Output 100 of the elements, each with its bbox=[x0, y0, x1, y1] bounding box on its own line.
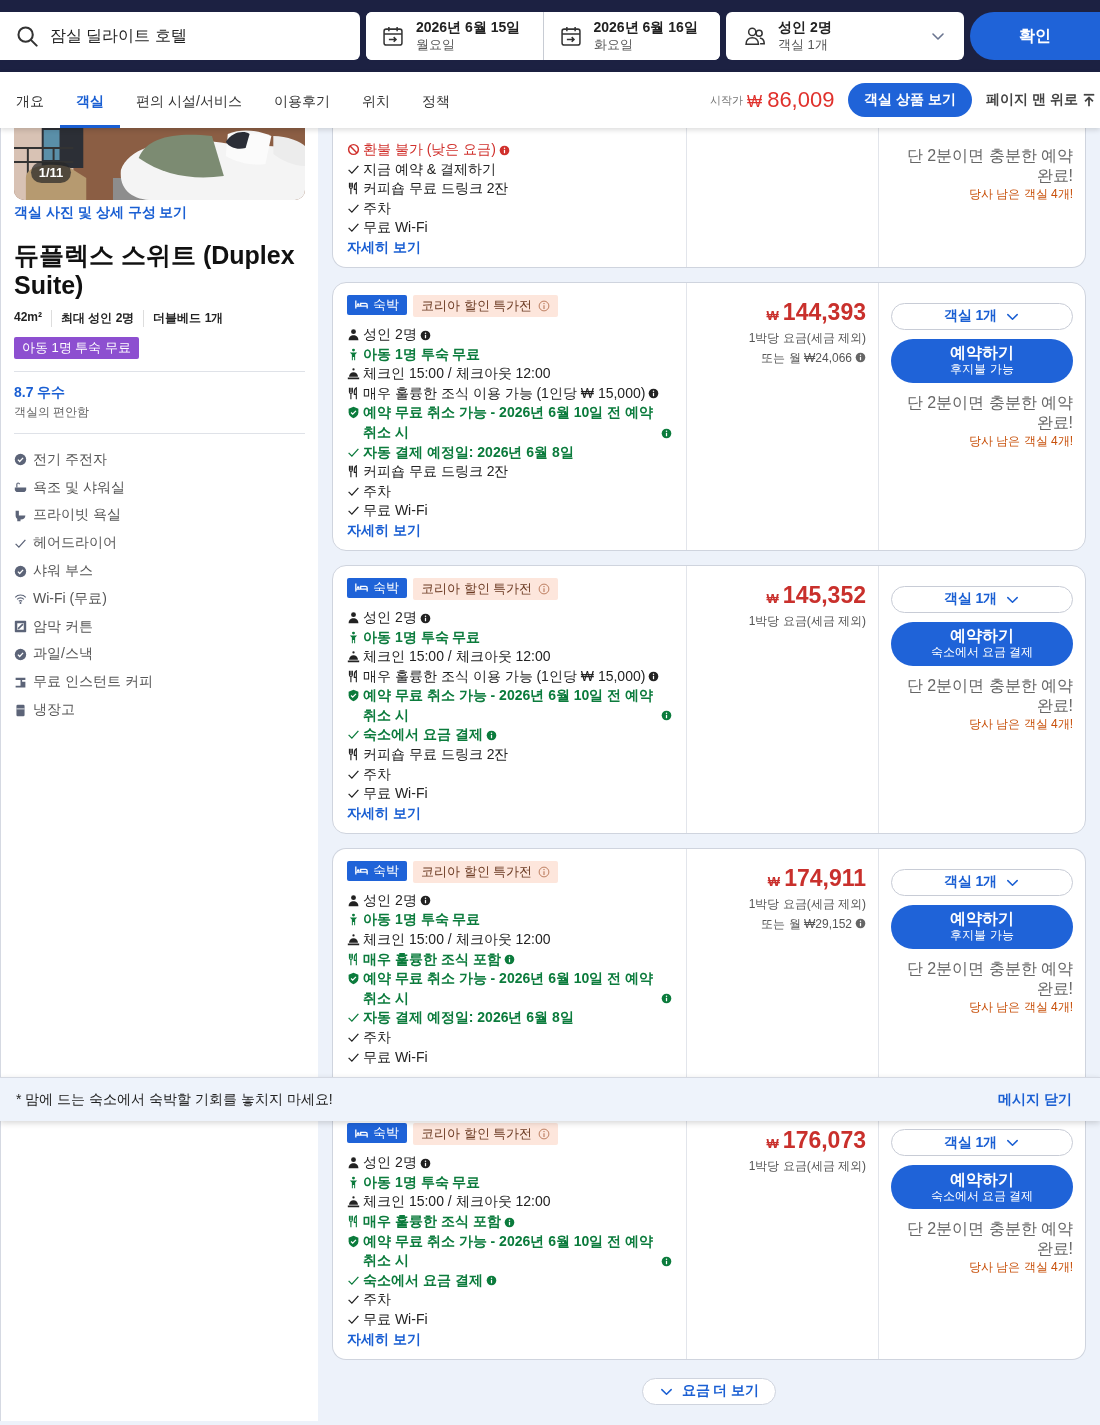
stay-badge: 숙박 bbox=[347, 860, 407, 881]
child-icon bbox=[347, 630, 360, 644]
calendar-icon bbox=[559, 25, 582, 47]
back-to-top-link[interactable]: 페이지 맨 위로 bbox=[986, 91, 1096, 109]
feature-text: 숙소에서 요금 결제 bbox=[363, 1270, 483, 1290]
feature-text: 성인 2명 bbox=[363, 607, 417, 627]
child-icon bbox=[347, 1175, 360, 1189]
person-icon bbox=[347, 327, 360, 341]
amenity-label: 욕조 및 샤워실 bbox=[33, 478, 125, 497]
feature-text: 숙소에서 요금 결제 bbox=[363, 725, 483, 745]
check-circle-icon bbox=[14, 564, 27, 578]
rooms-left-text: 당사 남은 객실 4개! bbox=[968, 715, 1073, 732]
amenity-label: 헤어드라이어 bbox=[33, 534, 117, 553]
currency-symbol: ₩ bbox=[767, 873, 781, 889]
search-field[interactable]: 잠실 딜라이트 호텔 bbox=[0, 12, 360, 60]
promo-tag: 코리아 할인 특가전 bbox=[413, 577, 559, 600]
fork-knife-icon bbox=[347, 386, 360, 400]
child-icon bbox=[347, 913, 360, 927]
bell-icon bbox=[347, 1195, 360, 1209]
bed-icon bbox=[355, 864, 368, 878]
feature-text: 체크인 15:00 / 체크아웃 12:00 bbox=[363, 930, 551, 950]
feature-text: 매우 훌륭한 조식 포함 bbox=[363, 949, 501, 969]
details-link[interactable]: 자세히 보기 bbox=[347, 1329, 672, 1349]
feature-text: 커피숍 무료 드링크 2잔 bbox=[363, 745, 509, 765]
more-rates-button[interactable]: 요금 더 보기 bbox=[641, 1377, 777, 1405]
check-icon bbox=[347, 728, 360, 742]
feature-text: 환불 불가 (낮은 요금) bbox=[363, 140, 496, 159]
confirm-button[interactable]: 확인 bbox=[970, 12, 1100, 60]
section-tab[interactable]: 이용후기 bbox=[257, 72, 346, 128]
people-icon bbox=[744, 25, 766, 47]
feature-text: 예약 무료 취소 가능 - 2026년 6월 10일 전 예약 취소 시 bbox=[363, 969, 655, 1008]
fork-knife-icon bbox=[347, 748, 360, 762]
feature-text: 주차 bbox=[363, 1028, 391, 1047]
close-message-link[interactable]: 메시지 닫기 bbox=[998, 1090, 1072, 1109]
bell-icon bbox=[347, 933, 360, 947]
guest-selector[interactable]: 성인 2명 객실 1개 bbox=[726, 12, 964, 60]
check-icon bbox=[347, 1293, 360, 1307]
book-button[interactable]: 예약하기 숙소에서 요금 결제 bbox=[891, 621, 1073, 666]
room-count-dropdown[interactable]: 객실 1개 bbox=[891, 868, 1073, 896]
price-note: 1박당 요금(세금 제외) bbox=[747, 895, 866, 913]
ban-icon bbox=[347, 143, 360, 156]
fork-knife-icon bbox=[347, 1214, 360, 1228]
check-icon bbox=[347, 787, 360, 801]
feature-text: 커피숍 무료 드링크 2잔 bbox=[363, 462, 509, 482]
details-link[interactable]: 자세히 보기 bbox=[347, 520, 672, 540]
check-circle-icon bbox=[14, 453, 27, 467]
shield-icon bbox=[347, 689, 360, 703]
view-rooms-button[interactable]: 객실 상품 보기 bbox=[848, 83, 973, 117]
rooms-left-text: 당사 남은 객실 4개! bbox=[968, 432, 1073, 449]
price-note: 1박당 요금(세금 제외) bbox=[747, 612, 866, 630]
book-button[interactable]: 예약하기 후지불 가능 bbox=[891, 904, 1073, 949]
urgency-text: 단 2분이면 충분한 예약 완료! bbox=[905, 1219, 1073, 1260]
feature-text: 커피숍 무료 드링크 2잔 bbox=[363, 179, 509, 199]
amenity-label: 샤워 부스 bbox=[33, 562, 93, 581]
currency-symbol: ₩ bbox=[766, 590, 779, 606]
rating-score: 8.7 우수 bbox=[14, 384, 67, 402]
details-link[interactable]: 자세히 보기 bbox=[347, 237, 672, 257]
stay-badge: 숙박 bbox=[347, 577, 407, 598]
feature-text: 체크인 15:00 / 체크아웃 12:00 bbox=[363, 364, 551, 384]
date-button[interactable]: 2026년 6월 16일 화요일 bbox=[542, 12, 720, 60]
book-button[interactable]: 예약하기 후지불 가능 bbox=[891, 338, 1073, 383]
feature-text: 지금 예약 & 결제하기 bbox=[363, 159, 496, 179]
feature-text: 예약 무료 취소 가능 - 2026년 6월 10일 전 예약 취소 시 bbox=[363, 1231, 655, 1271]
check-icon bbox=[347, 504, 360, 518]
from-label: 시작가 bbox=[710, 92, 744, 108]
section-tab[interactable]: 개요 bbox=[0, 72, 60, 128]
room-details-link[interactable]: 객실 사진 및 상세 구성 보기 bbox=[14, 204, 305, 222]
urgency-text: 단 2분이면 충분한 예약 완료! bbox=[905, 675, 1073, 716]
price-amount: 176,073 bbox=[782, 1127, 866, 1155]
room-count-dropdown[interactable]: 객실 1개 bbox=[891, 302, 1073, 330]
section-tab[interactable]: 편의 시설/서비스 bbox=[120, 72, 258, 128]
rooms-left-text: 당사 남은 객실 4개! bbox=[968, 1259, 1073, 1276]
price-note: 1박당 요금(세금 제외) bbox=[747, 329, 866, 347]
urgency-text: 단 2분이면 충분한 예약 완료! bbox=[905, 392, 1073, 433]
monthly-price: 또는 월 ₩24,066 bbox=[761, 349, 852, 367]
feature-text: 성인 2명 bbox=[363, 324, 417, 344]
details-link[interactable]: 자세히 보기 bbox=[347, 803, 672, 823]
feature-text: 매우 훌륭한 조식 이용 가능 (1인당 ₩ 15,000) bbox=[363, 666, 646, 686]
promo-tag: 코리아 할인 특가전 bbox=[413, 1123, 559, 1146]
feature-text: 체크인 15:00 / 체크아웃 12:00 bbox=[363, 1192, 551, 1212]
feature-text: 아동 1명 투숙 무료 bbox=[363, 344, 481, 364]
room-count-dropdown[interactable]: 객실 1개 bbox=[891, 585, 1073, 613]
amenity-label: 프라이빗 욕실 bbox=[33, 506, 121, 525]
section-tab[interactable]: 위치 bbox=[345, 72, 406, 128]
person-icon bbox=[347, 610, 360, 624]
info-icon bbox=[538, 299, 551, 312]
price-amount: 174,911 bbox=[784, 864, 866, 892]
book-button[interactable]: 예약하기 숙소에서 요금 결제 bbox=[891, 1165, 1073, 1210]
stay-badge: 숙박 bbox=[347, 1123, 407, 1144]
room-count-dropdown[interactable]: 객실 1개 bbox=[891, 1129, 1073, 1157]
feature-text: 주차 bbox=[363, 481, 391, 501]
bed-icon bbox=[355, 1126, 368, 1140]
info-icon bbox=[538, 582, 551, 595]
calendar-icon bbox=[382, 25, 404, 47]
stay-badge: 숙박 bbox=[347, 294, 407, 315]
feature-text: 자동 결제 예정일: 2026년 6월 8일 bbox=[363, 442, 574, 462]
fridge-icon bbox=[14, 703, 27, 717]
feature-text: 예약 무료 취소 가능 - 2026년 6월 10일 전 예약 취소 시 bbox=[363, 686, 655, 725]
amenity-label: 냉장고 bbox=[33, 701, 75, 720]
section-tab[interactable]: 정책 bbox=[405, 72, 466, 128]
